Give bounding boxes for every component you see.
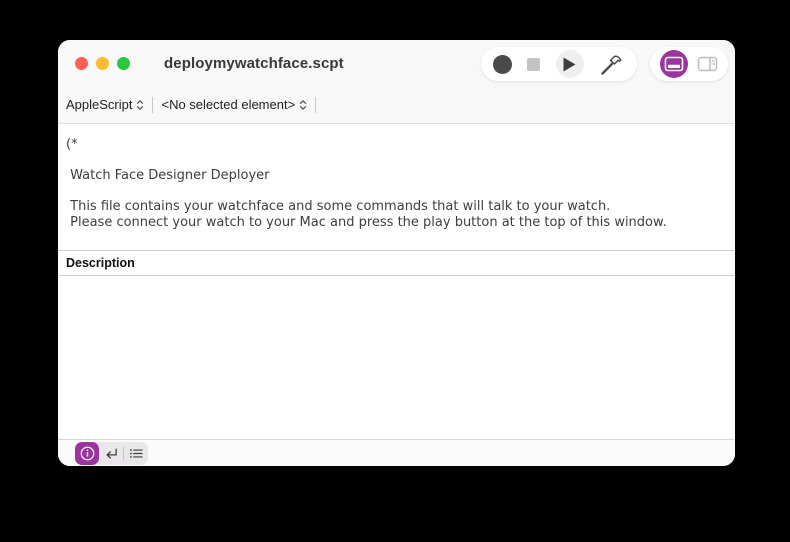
sidebar-right-icon	[697, 56, 718, 72]
compile-button[interactable]	[599, 51, 625, 77]
return-arrow-icon	[104, 447, 119, 460]
minimize-button[interactable]	[96, 57, 109, 70]
script-editor-window: deploymywatchface.scpt	[58, 40, 735, 466]
event-log-list-icon	[129, 447, 144, 460]
accessory-view-button[interactable]	[660, 50, 688, 78]
traffic-lights	[75, 57, 130, 70]
navbar-divider	[315, 97, 316, 113]
navbar-divider	[152, 97, 153, 113]
stop-icon	[527, 58, 540, 71]
record-button[interactable]	[493, 55, 512, 74]
description-pane-title: Description	[66, 256, 135, 270]
chevron-up-down-icon	[299, 99, 307, 111]
play-icon	[563, 57, 576, 72]
event-log-tab-button[interactable]	[124, 442, 148, 465]
code-line: This file contains your watchface and so…	[66, 199, 729, 215]
code-line: Please connect your watch to your Mac an…	[66, 215, 729, 231]
element-popup-label: <No selected element>	[161, 97, 295, 112]
close-button[interactable]	[75, 57, 88, 70]
toolbar-run-group	[481, 47, 637, 81]
language-popup-label: AppleScript	[66, 97, 132, 112]
hammer-icon	[599, 51, 625, 77]
result-tab-button[interactable]	[99, 442, 123, 465]
description-content-area[interactable]	[58, 276, 735, 439]
info-circle-icon	[79, 445, 96, 462]
language-popup[interactable]: AppleScript	[66, 97, 144, 112]
code-line	[66, 153, 729, 169]
toolbar-view-group	[650, 47, 728, 81]
window-chrome: deploymywatchface.scpt	[58, 40, 735, 124]
run-button[interactable]	[556, 50, 584, 78]
accessory-segmented-control	[75, 442, 148, 465]
description-tab-button[interactable]	[75, 442, 99, 465]
accessory-view-bar	[58, 439, 735, 466]
script-text-area[interactable]: (* Watch Face Designer Deployer This fil…	[58, 124, 735, 250]
code-line: Watch Face Designer Deployer	[66, 168, 729, 184]
stop-button[interactable]	[527, 58, 540, 71]
bottom-panel-icon	[664, 56, 684, 72]
navigation-bar: AppleScript <No selected element>	[58, 86, 735, 123]
code-line	[66, 184, 729, 200]
zoom-button[interactable]	[117, 57, 130, 70]
sidebar-toggle-button[interactable]	[697, 56, 718, 72]
element-popup[interactable]: <No selected element>	[161, 97, 307, 112]
description-pane-header: Description	[58, 250, 735, 276]
chevron-up-down-icon	[136, 99, 144, 111]
window-title: deploymywatchface.scpt	[164, 55, 344, 72]
record-icon	[493, 55, 512, 74]
code-line: (*	[66, 137, 729, 153]
